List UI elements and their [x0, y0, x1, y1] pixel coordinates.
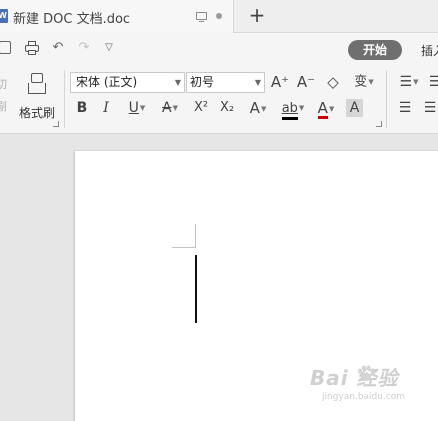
superscript-button[interactable]: X² [190, 98, 212, 118]
highlight-color-swatch [281, 116, 298, 120]
font-name-select[interactable]: 宋体 (正文) ▼ [70, 72, 185, 93]
document-icon: W [0, 9, 8, 23]
document-tab-title: 新建 DOC 文档.doc [13, 12, 131, 27]
character-shading-button[interactable]: A [346, 99, 363, 117]
margin-corner-mark [195, 224, 196, 248]
bullets-button[interactable]: ☰▼ [396, 72, 422, 92]
align-left-icon[interactable]: ☰ [397, 98, 413, 118]
font-group-launcher-icon[interactable] [376, 121, 382, 127]
phonetic-guide-icon: 变 [354, 74, 368, 90]
tab-bar: W 新建 DOC 文档.doc + [0, 0, 438, 33]
italic-button[interactable]: I [98, 98, 114, 118]
strikethrough-button[interactable]: A▼ [156, 98, 184, 118]
baidu-jingyan-watermark: Bai 经验 jingyan.baidu.com [310, 362, 420, 412]
save-icon[interactable] [0, 40, 14, 56]
align-center-icon[interactable]: ☰ [422, 98, 438, 118]
chevron-down-icon: ▼ [174, 78, 181, 87]
undo-icon[interactable]: ↶ [50, 40, 66, 56]
numbering-icon[interactable]: ☰ [428, 72, 438, 92]
customize-toolbar-icon[interactable]: ▽ [101, 40, 117, 56]
cut-label-bottom: 剐 [0, 100, 7, 113]
font-size-select[interactable]: 初号 ▼ [186, 72, 265, 93]
text-cursor [195, 255, 197, 323]
watermark-sub-text: jingyan.baidu.com [322, 392, 406, 402]
document-tab[interactable]: W 新建 DOC 文档.doc [0, 0, 234, 33]
ribbon: 切 剐 格式刷 宋体 (正文) ▼ 初号 ▼ A⁺ A⁻ ◇ 变▼ B I U▼… [0, 64, 438, 134]
monitor-icon[interactable] [196, 12, 207, 23]
ribbon-separator [64, 70, 65, 128]
highlight-icon: ab [281, 99, 298, 121]
new-tab-button[interactable]: + [246, 4, 268, 26]
clear-format-icon[interactable]: ◇ [324, 72, 342, 92]
phonetic-guide-button[interactable]: 变▼ [349, 72, 379, 92]
shrink-font-button[interactable]: A⁻ [296, 72, 316, 92]
cut-label-top: 切 [0, 78, 7, 91]
paw-icon [358, 365, 375, 381]
tab-home[interactable]: 开始 [348, 40, 402, 60]
font-color-swatch [317, 116, 328, 119]
ribbon-separator [386, 70, 387, 128]
unsaved-dot-icon[interactable] [216, 13, 222, 19]
text-effect-button[interactable]: A▼ [244, 98, 272, 118]
cut-button[interactable]: 切 剐 [0, 74, 10, 118]
watermark-main-text: Bai 经验 [310, 366, 399, 390]
font-color-button[interactable]: A ▼ [312, 98, 340, 119]
subscript-button[interactable]: X₂ [216, 98, 238, 118]
strikethrough-icon: A [162, 100, 172, 116]
redo-icon[interactable]: ↷ [76, 40, 92, 56]
wps-writer-window: W 新建 DOC 文档.doc + ↶ ↷ ▽ 开始 插入 切 剐 格式刷 [0, 0, 438, 421]
font-size-value: 初号 [190, 75, 215, 89]
text-effect-icon: A [249, 99, 260, 117]
font-name-value: 宋体 (正文) [76, 75, 138, 89]
print-icon[interactable] [24, 40, 40, 56]
format-painter-label: 格式刷 [18, 106, 55, 120]
quick-access-toolbar: ↶ ↷ ▽ 开始 插入 [0, 33, 438, 64]
format-painter-icon [28, 73, 46, 97]
grow-font-button[interactable]: A⁺ [270, 72, 290, 92]
format-painter-button[interactable]: 格式刷 [16, 69, 58, 121]
underline-icon: U [128, 100, 139, 116]
tab-insert[interactable]: 插入 [421, 42, 438, 59]
clipboard-group-launcher-icon[interactable] [53, 121, 59, 127]
bullets-icon: ☰ [399, 74, 413, 90]
font-color-icon: A [317, 99, 328, 119]
highlight-button[interactable]: ab ▼ [278, 98, 308, 121]
underline-button[interactable]: U▼ [122, 98, 152, 118]
margin-corner-mark [172, 247, 196, 248]
chevron-down-icon: ▼ [254, 78, 261, 87]
bold-button[interactable]: B [74, 98, 90, 118]
